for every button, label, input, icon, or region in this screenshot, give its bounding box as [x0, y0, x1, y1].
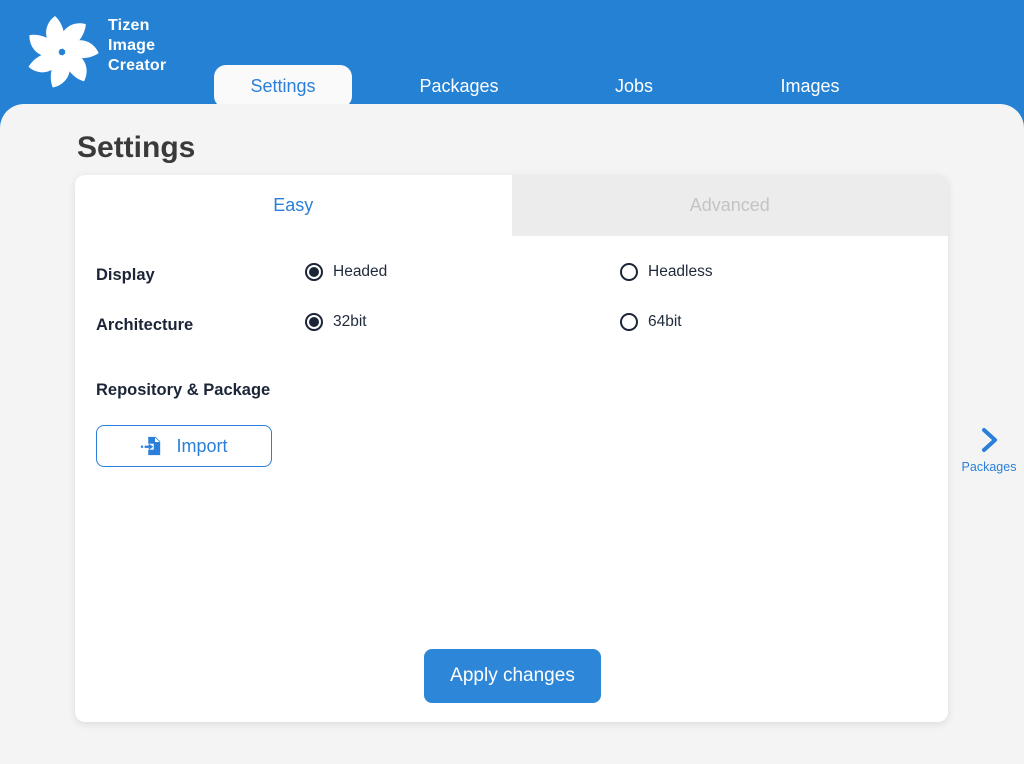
page-title: Settings	[77, 131, 195, 165]
side-nav-next-packages[interactable]: Packages	[958, 426, 1020, 474]
import-button[interactable]: Import	[96, 425, 272, 467]
radio-headed[interactable]: Headed	[305, 263, 387, 281]
nav-tab-packages-label: Packages	[419, 76, 498, 97]
tab-advanced-label: Advanced	[690, 195, 770, 216]
settings-card: Easy Advanced Display Headed Headless Ar…	[75, 175, 948, 722]
radio-32bit-label: 32bit	[333, 313, 367, 331]
nav-tab-settings[interactable]: Settings	[214, 65, 352, 108]
display-label: Display	[96, 266, 155, 285]
apply-changes-button[interactable]: Apply changes	[424, 649, 601, 703]
radio-64bit-circle-icon[interactable]	[620, 313, 638, 331]
radio-headless-label: Headless	[648, 263, 713, 281]
chevron-right-icon[interactable]	[976, 426, 1002, 454]
architecture-label: Architecture	[96, 316, 193, 335]
import-icon	[140, 435, 162, 457]
nav-tab-jobs-label: Jobs	[615, 76, 653, 97]
tab-advanced[interactable]: Advanced	[512, 175, 949, 236]
brand-title: Tizen Image Creator	[108, 16, 166, 76]
tizen-pinwheel-logo-icon	[20, 8, 104, 96]
repository-package-label: Repository & Package	[96, 381, 270, 400]
nav-tab-packages[interactable]: Packages	[384, 68, 534, 104]
radio-headed-label: Headed	[333, 263, 387, 281]
nav-tab-images-label: Images	[780, 76, 839, 97]
tab-easy[interactable]: Easy	[75, 175, 512, 236]
radio-32bit-circle-icon[interactable]	[305, 313, 323, 331]
radio-32bit[interactable]: 32bit	[305, 313, 367, 331]
import-button-label: Import	[176, 436, 227, 457]
radio-headed-circle-icon[interactable]	[305, 263, 323, 281]
side-nav-packages-label: Packages	[962, 460, 1017, 474]
nav-tab-images[interactable]: Images	[735, 68, 885, 104]
brand-line-2: Image	[108, 36, 166, 56]
radio-headless[interactable]: Headless	[620, 263, 713, 281]
brand-line-3: Creator	[108, 56, 166, 76]
nav-tab-jobs[interactable]: Jobs	[559, 68, 709, 104]
apply-changes-label: Apply changes	[450, 665, 575, 687]
radio-64bit-label: 64bit	[648, 313, 682, 331]
radio-64bit[interactable]: 64bit	[620, 313, 682, 331]
tab-easy-label: Easy	[273, 195, 313, 216]
radio-headless-circle-icon[interactable]	[620, 263, 638, 281]
brand-line-1: Tizen	[108, 16, 166, 36]
nav-tab-settings-label: Settings	[250, 76, 315, 97]
